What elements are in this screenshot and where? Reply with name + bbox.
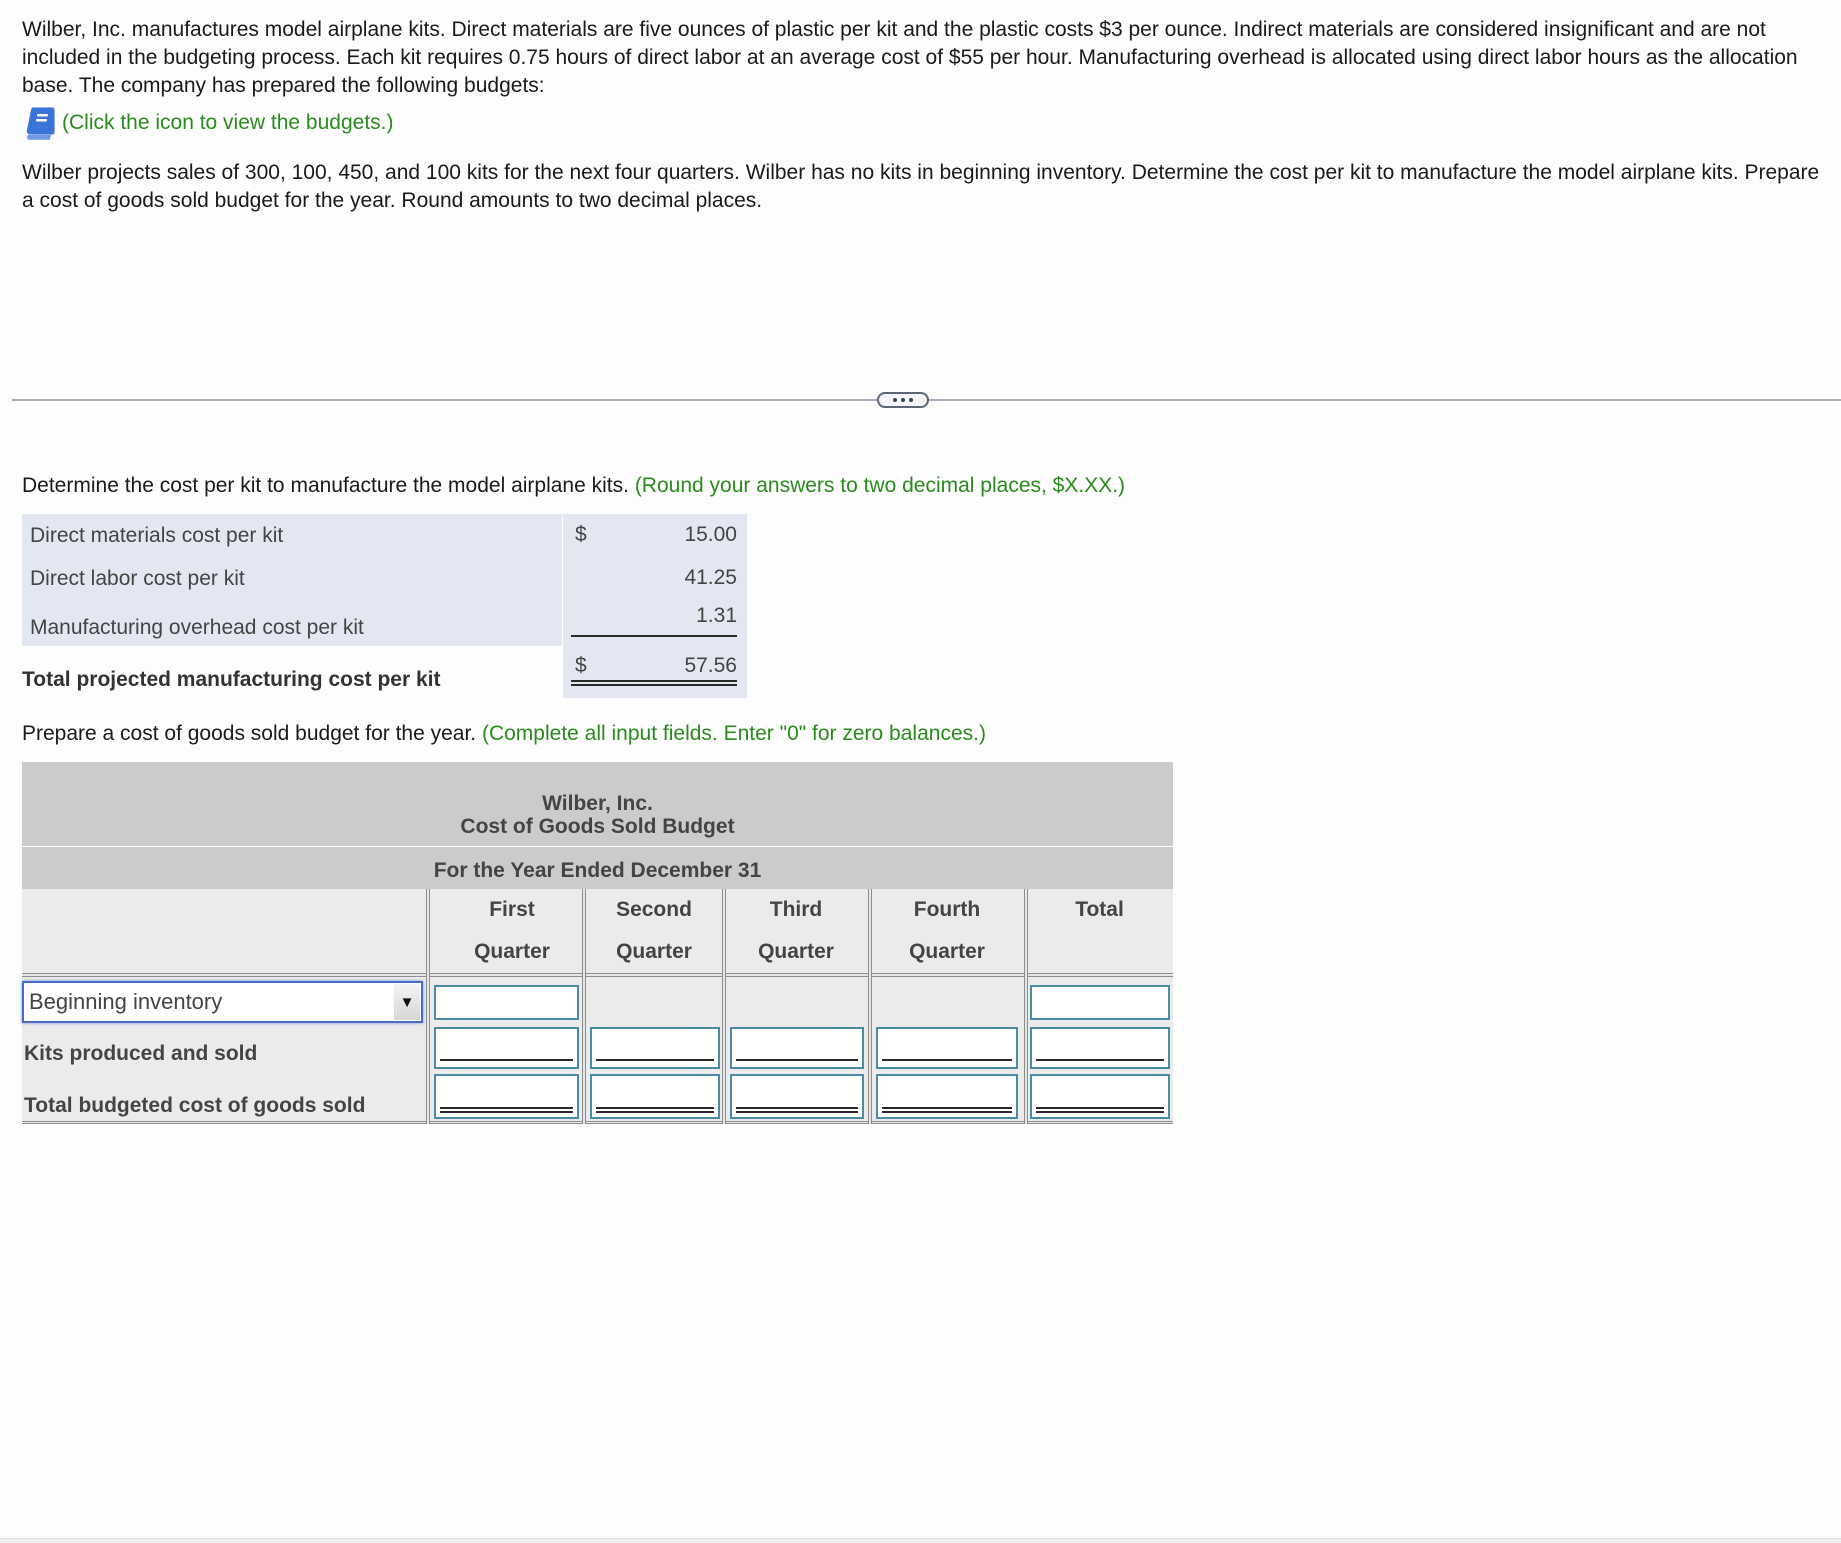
column-header-total: Total bbox=[1026, 889, 1173, 973]
book-icon[interactable] bbox=[24, 106, 56, 140]
budget-period: For the Year Ended December 31 bbox=[22, 847, 1173, 889]
total-cogs-third-quarter-input[interactable] bbox=[730, 1074, 864, 1119]
cost-row-label: Direct materials cost per kit bbox=[22, 514, 562, 557]
column-header-line1: Second bbox=[616, 898, 692, 921]
total-cogs-second-quarter-input[interactable] bbox=[590, 1074, 720, 1119]
cost-row-value-cell: 41.25 bbox=[563, 557, 747, 600]
cost-row-overhead: Manufacturing overhead cost per kit 1.31 bbox=[22, 600, 747, 646]
column-header-line2: Total bbox=[1075, 898, 1124, 921]
dot-icon bbox=[901, 398, 905, 402]
row-label-kits-produced: Kits produced and sold bbox=[24, 1042, 258, 1065]
input-field[interactable] bbox=[592, 1029, 718, 1067]
beginning-inventory-total-input[interactable] bbox=[1030, 985, 1170, 1020]
cost-per-kit-instruction-text: Determine the cost per kit to manufactur… bbox=[22, 474, 629, 497]
double-underline bbox=[440, 1107, 573, 1113]
input-field[interactable] bbox=[878, 1029, 1016, 1067]
kits-produced-first-quarter-input[interactable] bbox=[434, 1027, 579, 1069]
cogs-instruction: Prepare a cost of goods sold budget for … bbox=[22, 720, 1832, 748]
double-underline bbox=[596, 1107, 714, 1113]
column-header-line1: First bbox=[489, 898, 535, 921]
dot-icon bbox=[909, 398, 913, 402]
cost-row-label: Manufacturing overhead cost per kit bbox=[22, 600, 562, 646]
overhead-value: 1.31 bbox=[696, 604, 737, 627]
direct-labor-value: 41.25 bbox=[684, 566, 737, 589]
problem-intro-text: Wilber, Inc. manufactures model airplane… bbox=[22, 18, 1798, 97]
cost-per-kit-hint: (Round your answers to two decimal place… bbox=[634, 474, 1126, 497]
column-separator bbox=[868, 889, 872, 1124]
total-cost-label: Total projected manufacturing cost per k… bbox=[22, 668, 441, 691]
underline bbox=[736, 1059, 858, 1061]
input-field[interactable] bbox=[436, 987, 577, 1018]
cost-row-direct-materials: Direct materials cost per kit $ 15.00 bbox=[22, 514, 747, 557]
column-header-line1: Fourth bbox=[913, 898, 981, 921]
view-budgets-link-text[interactable]: (Click the icon to view the budgets.) bbox=[62, 111, 394, 135]
total-cost-value: 57.56 bbox=[684, 654, 737, 677]
column-separator bbox=[426, 889, 430, 1124]
header-separator bbox=[22, 973, 1173, 977]
column-header-fourth-quarter: Fourth Quarter bbox=[872, 889, 1022, 973]
cogs-hint: (Complete all input fields. Enter "0" fo… bbox=[481, 722, 986, 745]
currency-symbol: $ bbox=[575, 654, 587, 677]
column-header-third-quarter: Third Quarter bbox=[726, 889, 866, 973]
view-budgets-link[interactable]: (Click the icon to view the budgets.) bbox=[24, 106, 394, 140]
currency-symbol: $ bbox=[575, 523, 587, 546]
column-header-second-quarter: Second Quarter bbox=[586, 889, 722, 973]
column-separator bbox=[582, 889, 586, 1124]
column-separator bbox=[722, 889, 726, 1124]
input-field[interactable] bbox=[1032, 1029, 1168, 1067]
cost-row-value-cell: $ 57.56 bbox=[563, 646, 747, 698]
underline bbox=[440, 1059, 573, 1061]
cost-row-value-cell: 1.31 bbox=[563, 600, 747, 646]
column-header-line2: Quarter bbox=[474, 940, 550, 963]
dot-icon bbox=[893, 398, 897, 402]
cost-row-direct-labor: Direct labor cost per kit 41.25 bbox=[22, 557, 747, 600]
input-field[interactable] bbox=[436, 1029, 577, 1067]
column-separator bbox=[1024, 889, 1028, 1124]
dropdown-arrow-icon[interactable]: ▼ bbox=[394, 984, 420, 1020]
cost-row-label: Direct labor cost per kit bbox=[22, 557, 562, 600]
page-footer-border bbox=[0, 1538, 1841, 1543]
select-value: Beginning inventory bbox=[29, 989, 223, 1014]
column-header-line2: Quarter bbox=[616, 940, 692, 963]
column-header-first-quarter: First Quarter bbox=[432, 889, 592, 973]
cost-row-value-cell: $ 15.00 bbox=[563, 514, 747, 557]
cost-per-kit-instruction: Determine the cost per kit to manufactur… bbox=[22, 472, 1832, 500]
total-cogs-first-quarter-input[interactable] bbox=[434, 1074, 579, 1119]
beginning-inventory-first-quarter-input[interactable] bbox=[434, 985, 579, 1020]
kits-produced-second-quarter-input[interactable] bbox=[590, 1027, 720, 1069]
row-label-total-cogs: Total budgeted cost of goods sold bbox=[24, 1094, 366, 1117]
beginning-inventory-select[interactable]: Beginning inventory ▼ bbox=[22, 981, 423, 1023]
total-cogs-total-input[interactable] bbox=[1030, 1074, 1170, 1119]
table-bottom-border bbox=[22, 1121, 1173, 1124]
direct-materials-value: 15.00 bbox=[684, 523, 737, 546]
kits-produced-third-quarter-input[interactable] bbox=[730, 1027, 864, 1069]
total-double-underline bbox=[571, 680, 737, 686]
input-field[interactable] bbox=[1032, 987, 1168, 1018]
column-header-line2: Quarter bbox=[758, 940, 834, 963]
budget-title: Cost of Goods Sold Budget bbox=[460, 815, 735, 838]
divider-expand-handle[interactable] bbox=[877, 392, 929, 408]
underline bbox=[596, 1059, 714, 1061]
column-header-line1: Third bbox=[769, 898, 823, 921]
column-header-line2: Quarter bbox=[909, 940, 985, 963]
underline bbox=[1036, 1059, 1164, 1061]
input-field[interactable] bbox=[732, 1029, 862, 1067]
subtotal-underline bbox=[571, 635, 737, 637]
double-underline bbox=[1036, 1107, 1164, 1113]
problem-requirements-text: Wilber projects sales of 300, 100, 450, … bbox=[22, 161, 1820, 212]
kits-produced-total-input[interactable] bbox=[1030, 1027, 1170, 1069]
kits-produced-fourth-quarter-input[interactable] bbox=[876, 1027, 1018, 1069]
cost-row-total: Total projected manufacturing cost per k… bbox=[22, 646, 747, 698]
double-underline bbox=[736, 1107, 858, 1113]
underline bbox=[882, 1059, 1012, 1061]
total-cogs-fourth-quarter-input[interactable] bbox=[876, 1074, 1018, 1119]
cogs-instruction-text: Prepare a cost of goods sold budget for … bbox=[22, 722, 477, 745]
double-underline bbox=[882, 1107, 1012, 1113]
